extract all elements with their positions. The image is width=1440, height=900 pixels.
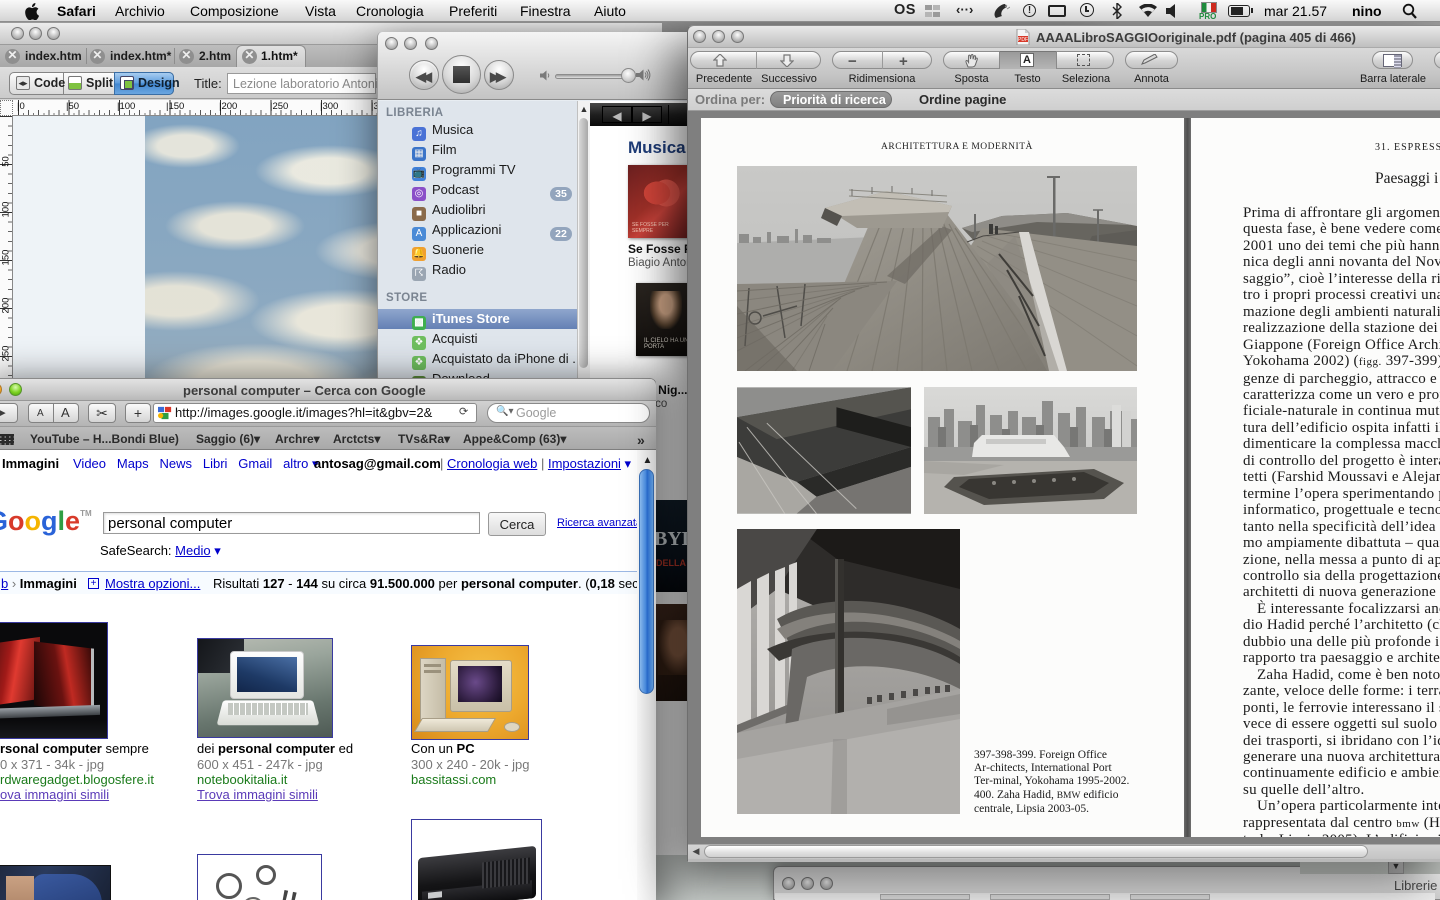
svg-text:PDF: PDF <box>1018 37 1028 43</box>
